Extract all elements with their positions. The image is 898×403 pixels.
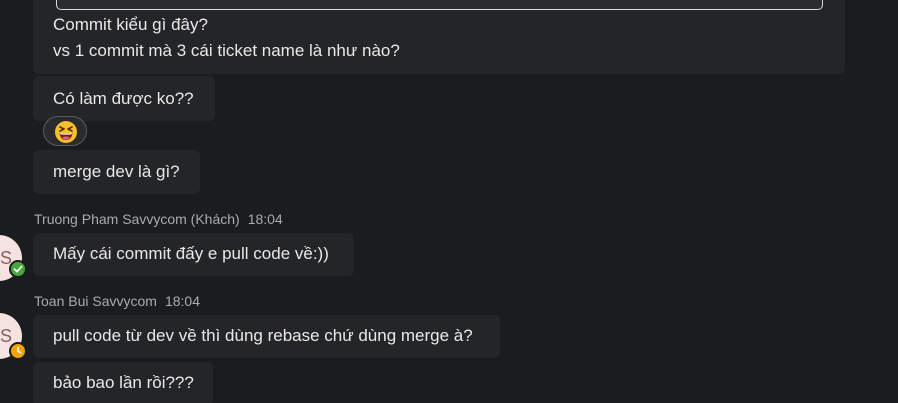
message-time: 18:04 [164,293,200,309]
grinning-squinting-face-icon [55,121,77,143]
message-text: bảo bao lần rồi??? [53,373,194,392]
status-away-icon [9,342,27,360]
message-text: pull code từ dev về thì dùng rebase chứ … [53,326,473,345]
message-text: Mấy cái commit đấy e pull code về:)) [53,244,329,263]
reaction-chip[interactable] [43,116,87,146]
author-name[interactable]: Toan Bui Savvycom [34,293,157,309]
message-bubble[interactable]: pull code từ dev về thì dùng rebase chứ … [33,315,500,358]
message-bubble[interactable]: bảo bao lần rồi??? [33,362,213,403]
quoted-message-box[interactable] [56,0,823,10]
message-bubble[interactable]: Mấy cái commit đấy e pull code về:)) [33,233,354,276]
message-text: Có làm được ko?? [53,89,194,108]
message-text-line: vs 1 commit mà 3 cái ticket name là như … [53,41,400,60]
message-text-line: Commit kiểu gì đây? [53,15,208,34]
message-text: merge dev là gì? [53,162,180,181]
message-header: Truong Pham Savvycom (Khách) 18:04 [34,211,283,227]
message-bubble[interactable]: merge dev là gì? [33,150,200,194]
message-bubble[interactable]: Commit kiểu gì đây? vs 1 commit mà 3 cái… [33,0,845,74]
chat-thread: Commit kiểu gì đây? vs 1 commit mà 3 cái… [0,0,898,403]
message-time: 18:04 [247,211,283,227]
status-available-icon [9,260,27,278]
avatar-initials: TS [0,326,12,346]
message-bubble[interactable]: Có làm được ko?? [33,76,215,121]
author-name[interactable]: Truong Pham Savvycom (Khách) [34,211,240,227]
message-header: Toan Bui Savvycom 18:04 [34,293,200,309]
